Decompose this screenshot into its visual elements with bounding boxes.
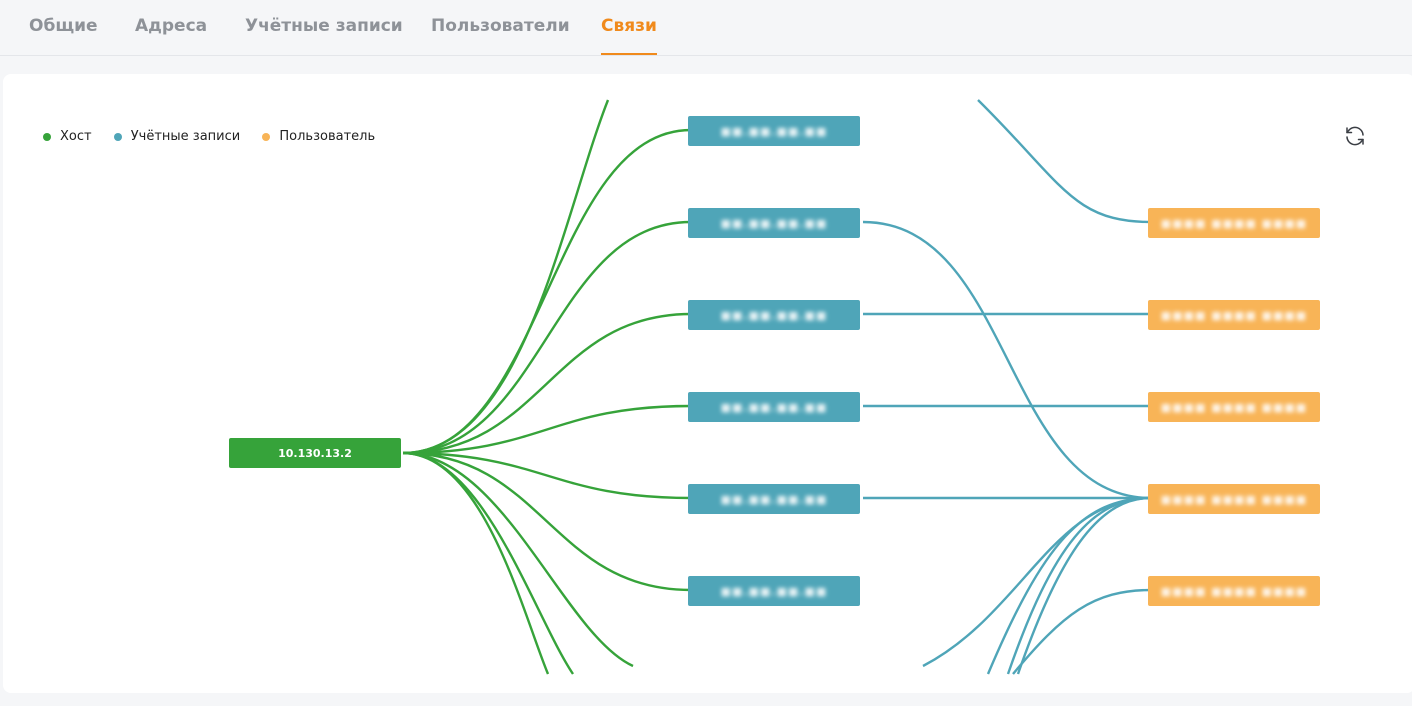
account-node-label: ■■.■■.■■.■■: [720, 400, 828, 414]
refresh-icon[interactable]: [1343, 124, 1367, 148]
user-node-label: ■■■■ ■■■■ ■■■■: [1160, 400, 1308, 414]
account-node-label: ■■.■■.■■.■■: [720, 492, 828, 506]
legend-item-host: Хост: [43, 129, 92, 144]
edge-host-offscreen-3: [402, 451, 574, 675]
user-node-label: ■■■■ ■■■■ ■■■■: [1160, 216, 1308, 230]
edge-offscreen-user4-2: [986, 496, 1152, 675]
legend-label-accounts: Учётные записи: [130, 129, 241, 144]
tab-bar: Общие Адреса Учётные записи Пользователи…: [0, 0, 1412, 56]
edge-host-account-3: [402, 312, 692, 455]
tab-addresses[interactable]: Адреса: [135, 16, 207, 55]
user-node-label: ■■■■ ■■■■ ■■■■: [1160, 584, 1308, 598]
account-node[interactable]: ■■.■■.■■.■■: [688, 576, 860, 606]
user-node[interactable]: ■■■■ ■■■■ ■■■■: [1148, 392, 1320, 422]
account-dot-icon: [113, 132, 122, 141]
edge-host-account-4: [402, 404, 692, 455]
user-node[interactable]: ■■■■ ■■■■ ■■■■: [1148, 208, 1320, 238]
edge-host-offscreen-4: [402, 451, 634, 668]
account-node-label: ■■.■■.■■.■■: [720, 124, 828, 138]
edge-host-offscreen-1: [402, 99, 610, 455]
user-node-label: ■■■■ ■■■■ ■■■■: [1160, 492, 1308, 506]
account-node-label: ■■.■■.■■.■■: [720, 308, 828, 322]
edge-host-account-5: [402, 451, 692, 500]
account-node-label: ■■.■■.■■.■■: [720, 216, 828, 230]
user-dot-icon: [262, 132, 271, 141]
edge-host-account-2: [402, 220, 692, 455]
user-node-label: ■■■■ ■■■■ ■■■■: [1160, 308, 1308, 322]
user-node[interactable]: ■■■■ ■■■■ ■■■■: [1148, 300, 1320, 330]
edge-host-account-1: [402, 128, 692, 455]
account-node[interactable]: ■■.■■.■■.■■: [688, 484, 860, 514]
legend-item-user: Пользователь: [262, 129, 375, 144]
account-node[interactable]: ■■.■■.■■.■■: [688, 300, 860, 330]
graph-legend: Хост Учётные записи Пользователь: [43, 129, 393, 145]
account-node[interactable]: ■■.■■.■■.■■: [688, 208, 860, 238]
account-edges: [862, 99, 1152, 675]
edge-offscreen-user-1: [977, 99, 1152, 224]
legend-label-host: Хост: [60, 129, 92, 144]
host-edges: [402, 99, 692, 675]
edge-account2-user4: [862, 220, 1152, 500]
host-node-label: 10.130.13.2: [278, 446, 352, 460]
edge-offscreen-user4-4: [1016, 496, 1152, 675]
legend-item-accounts: Учётные записи: [113, 129, 241, 144]
host-node[interactable]: 10.130.13.2: [229, 438, 401, 468]
legend-label-user: Пользователь: [279, 129, 376, 144]
tab-links[interactable]: Связи: [601, 16, 657, 55]
tab-users[interactable]: Пользователи: [431, 16, 570, 55]
account-node[interactable]: ■■.■■.■■.■■: [688, 116, 860, 146]
account-node[interactable]: ■■.■■.■■.■■: [688, 392, 860, 422]
edge-offscreen-user4-1: [922, 496, 1152, 668]
user-node[interactable]: ■■■■ ■■■■ ■■■■: [1148, 484, 1320, 514]
tab-general[interactable]: Общие: [29, 16, 98, 55]
user-node[interactable]: ■■■■ ■■■■ ■■■■: [1148, 576, 1320, 606]
host-dot-icon: [43, 132, 51, 141]
edge-host-account-6: [402, 451, 692, 592]
tab-accounts[interactable]: Учётные записи: [245, 16, 403, 55]
graph-panel: Хост Учётные записи Пользователь 10.130.…: [3, 74, 1412, 693]
account-node-label: ■■.■■.■■.■■: [720, 584, 828, 598]
